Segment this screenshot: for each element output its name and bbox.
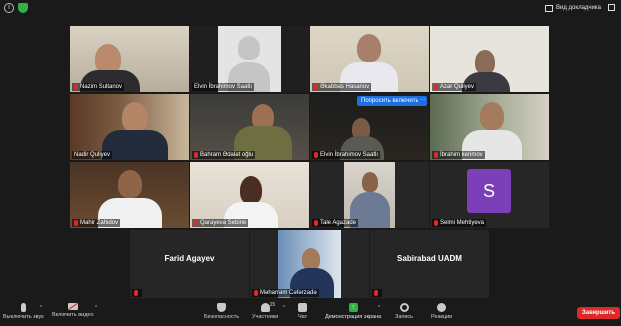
participant-name-label: Nazim Sultanov xyxy=(72,83,125,91)
record-icon xyxy=(399,303,409,312)
mute-button[interactable]: Выключить звук xyxy=(3,303,44,320)
video-options-caret-icon[interactable]: ^ xyxy=(95,305,97,311)
chat-button[interactable]: Чат xyxy=(298,303,307,320)
share-options-caret-icon[interactable]: ^ xyxy=(378,305,380,311)
participant-name-label: Selmi Mehtiyeva xyxy=(432,219,487,227)
video-tile[interactable]: İbrahim kerimov xyxy=(430,94,549,160)
security-button[interactable]: Безопасность xyxy=(204,303,239,320)
mic-muted-icon xyxy=(434,220,438,226)
mic-muted-icon xyxy=(194,220,198,226)
participant-name-label: Məharrəm Cəfərzadə xyxy=(252,289,319,297)
share-screen-icon: ↑ xyxy=(348,303,358,312)
video-tile[interactable]: Bahram Ədalət oğlu xyxy=(190,94,309,160)
video-tile[interactable]: S Selmi Mehtiyeva xyxy=(430,162,549,228)
video-tile[interactable]: Nazim Sultanov xyxy=(70,26,189,92)
participant-head xyxy=(475,50,495,74)
reactions-button[interactable]: Реакции xyxy=(431,303,452,320)
participant-avatar: S xyxy=(467,169,511,213)
participant-display-name: Sabirabad UADM xyxy=(397,254,462,263)
mic-muted-icon xyxy=(74,220,78,226)
active-speaker-tile[interactable]: Nadir Quliyev xyxy=(70,94,189,160)
participant-head xyxy=(357,34,381,62)
mic-muted-icon xyxy=(194,152,198,158)
participant-name-label xyxy=(132,289,142,297)
smiley-reaction-icon xyxy=(437,303,447,312)
participants-caret-icon[interactable]: ^ xyxy=(283,305,285,311)
record-button[interactable]: Запись xyxy=(395,303,413,320)
start-video-button[interactable]: Включить видео xyxy=(52,302,94,318)
mute-label: Выключить звук xyxy=(3,314,44,320)
record-label: Запись xyxy=(395,314,414,320)
mic-muted-icon xyxy=(134,290,138,296)
microphone-icon xyxy=(20,303,26,312)
participant-name-label: Bahram Ədalət oğlu xyxy=(192,151,256,159)
reactions-label: Реакции xyxy=(431,314,453,320)
video-tile[interactable]: Azar Quliyev xyxy=(430,26,549,92)
default-avatar-icon xyxy=(238,36,260,60)
video-grid: Nazim Sultanov Elvin İbrahimov Saatlı Ək… xyxy=(0,0,621,300)
video-tile[interactable]: Məharrəm Cəfərzadə xyxy=(250,230,369,298)
participant-name-label: Elvin İbrahimov Saatlı xyxy=(192,83,255,91)
video-tile[interactable]: Sabirabad UADM xyxy=(370,230,489,298)
end-meeting-button[interactable]: Завершить xyxy=(577,307,621,319)
mic-muted-icon xyxy=(314,152,318,158)
share-screen-button[interactable]: ↑ Демонстрация экрана xyxy=(325,303,381,320)
participant-name-label: Azar Quliyev xyxy=(432,83,477,91)
participant-head xyxy=(122,102,148,132)
video-tile[interactable]: Qarayeva Sebine xyxy=(190,162,309,228)
more-options-button[interactable]: ··· xyxy=(418,96,427,106)
participant-head xyxy=(480,102,504,130)
mic-muted-icon xyxy=(314,220,318,226)
camera-off-icon xyxy=(67,302,78,311)
ask-to-unmute-button[interactable]: Попросить включить xyxy=(357,96,423,106)
chat-bubble-icon xyxy=(298,303,308,312)
start-video-label: Включить видео xyxy=(52,312,94,318)
participant-name-label: Əkabbas Hasanov xyxy=(312,83,372,91)
mic-muted-icon xyxy=(434,84,438,90)
participant-head xyxy=(240,176,262,204)
participant-name-label xyxy=(372,289,382,297)
participants-label: Участники xyxy=(252,314,279,320)
participant-name-label: Elvin İbrahimov Saatlı xyxy=(312,151,381,159)
security-label: Безопасность xyxy=(204,314,240,320)
video-tile[interactable]: Tale Agazade xyxy=(310,162,429,228)
mic-muted-icon xyxy=(314,84,318,90)
participant-head xyxy=(118,170,142,198)
participant-head xyxy=(362,172,378,192)
mic-muted-icon xyxy=(374,290,378,296)
participant-name-label: Qarayeva Sebine xyxy=(192,219,249,227)
participant-name-label: Mahir Zahidov xyxy=(72,219,121,227)
meeting-toolbar: Выключить звук ^ Включить видео ^ Безопа… xyxy=(0,300,621,326)
participant-display-name: Farid Agayev xyxy=(164,254,215,263)
participants-button[interactable]: 15 Участники xyxy=(252,302,279,320)
chat-label: Чат xyxy=(298,314,308,320)
share-screen-label: Демонстрация экрана xyxy=(325,314,382,320)
mic-muted-icon xyxy=(254,290,258,296)
video-tile[interactable]: Elvin İbrahimov Saatlı xyxy=(190,26,309,92)
participant-head xyxy=(302,248,320,270)
audio-options-caret-icon[interactable]: ^ xyxy=(40,305,42,311)
video-tile[interactable]: Farid Agayev xyxy=(130,230,249,298)
mic-muted-icon xyxy=(434,152,438,158)
security-shield-icon xyxy=(217,303,227,312)
participant-name-label: İbrahim kerimov xyxy=(432,151,485,159)
video-tile[interactable]: Əkabbas Hasanov xyxy=(310,26,429,92)
mic-muted-icon xyxy=(74,84,78,90)
participants-count: 15 xyxy=(269,302,276,308)
participant-name-label: Tale Agazade xyxy=(312,219,359,227)
participant-name-label: Nadir Quliyev xyxy=(72,151,113,159)
video-tile[interactable]: Mahir Zahidov xyxy=(70,162,189,228)
participants-icon: 15 xyxy=(260,302,275,312)
